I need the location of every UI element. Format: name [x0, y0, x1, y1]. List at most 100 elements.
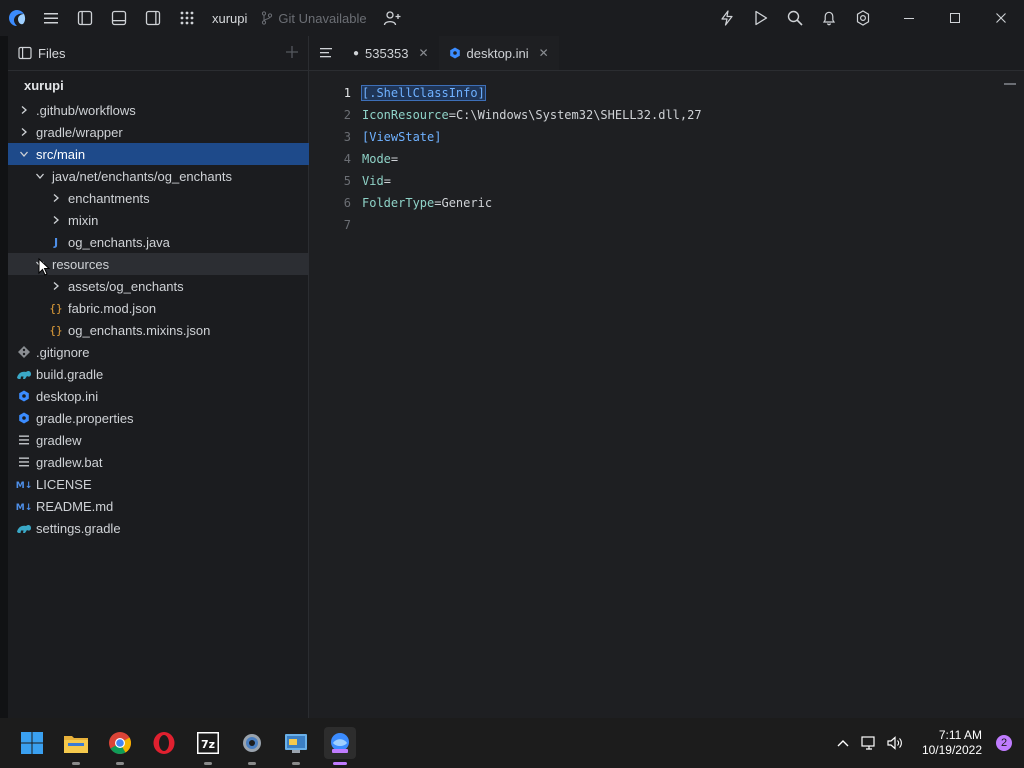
ini-value: C:\Windows\System32\SHELL32.dll,27	[455, 108, 702, 122]
code-line[interactable]: 2 IconResource=C:\Windows\System32\SHELL3…	[309, 104, 1024, 126]
ini-section: [.ShellClassInfo]	[361, 85, 486, 101]
file-tree-item[interactable]: gradlew	[8, 429, 316, 451]
settings-file-icon	[16, 407, 32, 429]
code-line[interactable]: 4 Mode=	[309, 148, 1024, 170]
show-hidden-icons-chevron-up-icon[interactable]	[830, 718, 856, 768]
toggle-right-panel-icon[interactable]	[136, 0, 170, 36]
line-number: 1	[343, 86, 351, 100]
clock[interactable]: 7:11 AM 10/19/2022	[922, 728, 982, 758]
editor-tabs: ● 535353 ✕ desktop.ini ✕	[309, 36, 1024, 71]
file-tree-item[interactable]: .github/workflows	[8, 99, 316, 121]
chevron-down-icon	[16, 143, 32, 165]
apps-grid-icon[interactable]	[170, 0, 204, 36]
settings-icon[interactable]	[236, 727, 268, 765]
ini-key: IconResource	[362, 108, 449, 122]
ini-key: Mode	[362, 152, 391, 166]
modified-dot-icon: ●	[353, 47, 360, 59]
svg-text:M↓: M↓	[16, 503, 32, 512]
file-tree-item-label: java/net/enchants/og_enchants	[52, 168, 232, 184]
app-logo-icon[interactable]	[0, 0, 34, 36]
code-line[interactable]: 6 FolderType=Generic	[309, 192, 1024, 214]
close-tab-icon[interactable]: ✕	[418, 46, 428, 60]
close-window-button[interactable]	[978, 0, 1024, 36]
text-file-icon	[16, 451, 32, 473]
code-line[interactable]: 5 Vid=	[309, 170, 1024, 192]
git-file-icon	[16, 341, 32, 363]
add-collaborator-icon[interactable]	[375, 0, 409, 36]
ide-window: xurupi Git Unavailable Files xurupi .git…	[0, 0, 1024, 718]
settings-file-icon	[16, 385, 32, 407]
file-tree-item[interactable]: {} fabric.mod.json	[8, 297, 348, 319]
close-tab-icon[interactable]: ✕	[539, 46, 549, 60]
line-number: 6	[343, 196, 351, 210]
line-number: 7	[343, 218, 351, 232]
code-line[interactable]: 1 [.ShellClassInfo]	[309, 82, 1024, 104]
code-editor[interactable]: 1 [.ShellClassInfo] 2 IconResource=C:\Windo…	[309, 71, 1024, 718]
play-icon[interactable]	[744, 0, 778, 36]
file-tree-item[interactable]: assets/og_enchants	[8, 275, 348, 297]
clock-time: 7:11 AM	[938, 728, 982, 742]
file-tree-item[interactable]: mixin	[8, 209, 348, 231]
chrome-icon[interactable]	[104, 727, 136, 765]
file-tree-item-label: og_enchants.java	[68, 234, 170, 250]
project-root[interactable]: xurupi	[8, 71, 308, 101]
tab-desktop-ini[interactable]: desktop.ini ✕	[438, 36, 559, 70]
project-name[interactable]: xurupi	[212, 11, 247, 26]
code-text: FolderType=Generic	[362, 192, 492, 214]
git-branch-icon	[262, 11, 273, 25]
file-tree-item[interactable]: desktop.ini	[8, 385, 316, 407]
notification-count-badge[interactable]: 2	[996, 735, 1012, 751]
file-tree-item[interactable]: resources	[8, 253, 332, 275]
toggle-left-panel-icon[interactable]	[68, 0, 102, 36]
file-explorer-icon[interactable]	[60, 727, 92, 765]
toggle-bottom-panel-icon[interactable]	[102, 0, 136, 36]
file-tree-item[interactable]: gradlew.bat	[8, 451, 316, 473]
maximize-button[interactable]	[932, 0, 978, 36]
add-file-icon[interactable]	[284, 44, 300, 63]
minimize-button[interactable]	[886, 0, 932, 36]
file-tree-item[interactable]: java/net/enchants/og_enchants	[8, 165, 332, 187]
file-tree: .github/workflows gradle/wrapper src/main j…	[8, 99, 332, 559]
file-tree-item[interactable]: gradle/wrapper	[8, 121, 316, 143]
file-tree-item-label: fabric.mod.json	[68, 300, 157, 316]
svg-text:{}: {}	[49, 302, 62, 314]
ide-app-icon[interactable]	[324, 727, 356, 765]
file-tree-item-label: LICENSE	[36, 476, 92, 492]
chevron-right-icon	[48, 209, 64, 231]
file-tree-item[interactable]: M↓ LICENSE	[8, 473, 316, 495]
ini-key: FolderType	[362, 196, 435, 210]
windows-start-icon[interactable]	[16, 727, 48, 759]
menu-icon[interactable]	[34, 0, 68, 36]
network-icon[interactable]	[856, 718, 882, 768]
file-tree-item[interactable]: {} og_enchants.mixins.json	[8, 319, 348, 341]
tab-list-menu-icon[interactable]	[309, 36, 343, 70]
file-tree-item-label: og_enchants.mixins.json	[68, 322, 211, 338]
git-status[interactable]: Git Unavailable	[261, 11, 367, 26]
run-action-icon[interactable]	[710, 0, 744, 36]
file-tree-item[interactable]: enchantments	[8, 187, 348, 209]
file-tree-item[interactable]: gradle.properties	[8, 407, 316, 429]
file-tree-item[interactable]: src/main	[8, 143, 316, 165]
code-line[interactable]: 3 [ViewState]	[309, 126, 1024, 148]
file-tree-item[interactable]: .gitignore	[8, 341, 316, 363]
file-explorer-panel: Files xurupi .github/workflows gradle/wra…	[8, 36, 332, 718]
code-line[interactable]: 7	[309, 214, 1024, 236]
settings-gear-icon[interactable]	[846, 0, 880, 36]
volume-icon[interactable]	[882, 718, 908, 768]
ini-equals: =	[448, 108, 456, 122]
opera-icon[interactable]	[148, 727, 180, 759]
7zip-icon[interactable]: 7z	[192, 727, 224, 765]
tab-535353[interactable]: ● 535353 ✕	[343, 36, 439, 70]
search-icon[interactable]	[778, 0, 812, 36]
file-tree-item[interactable]: build.gradle	[8, 363, 316, 385]
windows-taskbar: 7z 7:11 AM 10/19/2022 2	[0, 718, 1024, 768]
file-tree-item-label: gradlew.bat	[36, 454, 103, 470]
control-panel-icon[interactable]	[280, 727, 312, 765]
file-tree-item[interactable]: settings.gradle	[8, 517, 316, 539]
file-tree-item[interactable]: Jog_enchants.java	[8, 231, 348, 253]
file-tree-item[interactable]: M↓ README.md	[8, 495, 316, 517]
file-tree-item-label: gradle.properties	[36, 410, 134, 426]
ini-value: Generic	[441, 196, 493, 210]
notifications-bell-icon[interactable]	[812, 0, 846, 36]
svg-text:J: J	[53, 236, 58, 249]
